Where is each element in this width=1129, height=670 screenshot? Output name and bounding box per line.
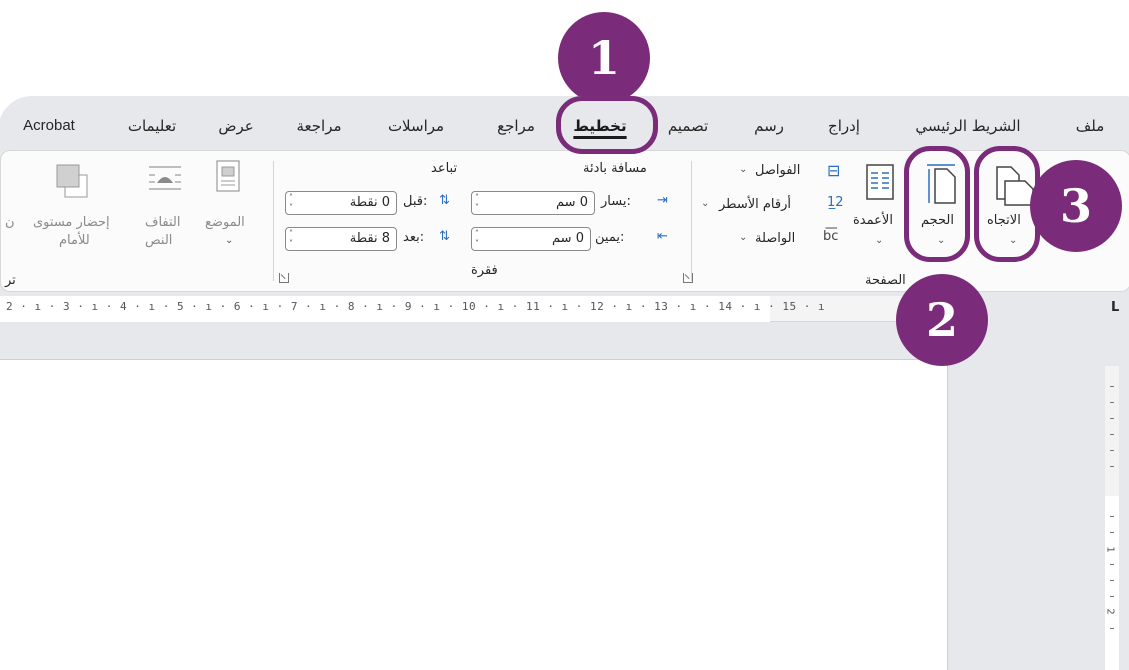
spinner-arrows-icon[interactable]: ˄ ˅ [475,193,479,213]
bring-forward-button[interactable]: إحضار مستوى للأمام [29,159,131,249]
breaks-chevron-down-icon: ⌄ [739,164,748,175]
ruler-tick [1110,596,1114,597]
page-setup-group-label: الصفحة [865,273,906,288]
spinner-arrows-icon[interactable]: ˄ ˅ [289,229,293,249]
columns-chevron-down-icon: ⌄ [875,235,884,246]
indent-right-icon: ⇤ [657,229,668,244]
spacing-after-label: بعد: [403,230,425,245]
spacing-before-label: قبل: [403,194,428,209]
wrap-text-button[interactable]: التفاف النص [135,159,197,249]
position-label: الموضع [205,215,245,230]
breaks-button[interactable]: ⌄ الفواصل ⊟ [697,161,847,183]
tab-help[interactable]: تعليمات [116,113,188,139]
spacing-after-control: ⇅ بعد: 8 نقطة ˄ ˅ [285,227,467,253]
indent-left-control: ⇥ يسار: 0 سم ˄ ˅ [471,191,681,217]
vertical-ruler-label: 1 [1104,546,1116,553]
indent-left-input[interactable]: 0 سم ˄ ˅ [471,191,595,215]
tab-references[interactable]: مراجع [488,113,544,139]
separator [273,161,274,281]
tab-draw[interactable]: رسم [746,113,792,139]
step-2-badge: 2 [896,274,988,366]
highlight-layout-tab [556,96,658,154]
ruler-tick [1110,532,1114,533]
spacing-after-input[interactable]: 8 نقطة ˄ ˅ [285,227,397,251]
breaks-icon: ⊟ [827,161,841,180]
hyphenation-icon: b͞c [823,229,839,244]
paragraph-launcher-icon[interactable] [279,273,289,283]
bring-forward-label-2: للأمام [59,233,90,248]
spacing-before-control: ⇅ قبل: 0 نقطة ˄ ˅ [285,191,467,217]
horizontal-ruler[interactable]: 2 · ı · 3 · ı · 4 · ı · 5 · ı · 6 · ı · … [0,296,948,322]
ruler-numbers: 2 · ı · 3 · ı · 4 · ı · 5 · ı · 6 · ı · … [6,300,826,313]
tab-selector-icon[interactable]: L [1111,300,1119,315]
line-numbers-button[interactable]: ⌄ أرقام الأسطر 1̲2 [697,195,847,217]
tab-file[interactable]: ملف [1070,113,1110,139]
indent-header: مسافة بادئة [583,161,647,176]
ruler-tick [1110,450,1114,451]
indent-right-input[interactable]: 0 سم ˄ ˅ [471,227,591,251]
tab-design[interactable]: تصميم [660,113,716,139]
hyphenation-label: الواصلة [755,231,796,246]
hyphenation-chevron-down-icon: ⌄ [739,232,748,243]
ruler-tick [1110,580,1114,581]
spacing-before-input[interactable]: 0 نقطة ˄ ˅ [285,191,397,215]
indent-right-control: ⇤ يمين: 0 سم ˄ ˅ [471,227,681,253]
step-1-badge: 1 [558,12,650,104]
breaks-label: الفواصل [755,163,801,178]
indent-left-label: يسار: [601,194,631,209]
ruler-tick [1110,418,1114,419]
line-numbers-icon: 1̲2 [827,195,844,210]
ruler-tick [1110,564,1114,565]
paragraph-group-label: فقرة [471,263,498,278]
ruler-tick [1110,434,1114,435]
highlight-size-button [904,146,970,262]
step-3-badge: 3 [1030,160,1122,252]
tab-insert[interactable]: إدراج [818,113,870,139]
spinner-arrows-icon[interactable]: ˄ ˅ [289,193,293,213]
indent-left-icon: ⇥ [657,193,668,208]
position-chevron-down-icon: ⌄ [225,235,234,246]
arrange-group-label: تر [5,273,16,288]
ruler-tick [1110,628,1114,629]
wrap-text-icon [149,166,181,190]
ruler-tick [1110,402,1114,403]
tab-home[interactable]: الشريط الرئيسي [898,113,1038,139]
columns-button[interactable]: الأعمدة ⌄ [853,159,909,259]
spacing-after-icon: ⇅ [439,229,450,244]
wrap-text-label-1: التفاف [145,215,181,230]
position-icon [216,160,240,192]
bring-forward-icon [56,164,88,198]
cut-off-label: ن [5,215,15,230]
spinner-arrows-icon[interactable]: ˄ ˅ [475,229,479,249]
columns-label: الأعمدة [853,213,893,228]
line-numbers-chevron-down-icon: ⌄ [701,198,710,209]
ruler-tick [1110,516,1114,517]
ruler-tick [1110,466,1114,467]
ruler-tick [1110,386,1114,387]
columns-icon [866,164,894,200]
vertical-ruler-text-area [1105,496,1119,670]
tab-acrobat[interactable]: Acrobat [16,113,82,139]
document-page[interactable] [0,359,948,670]
bring-forward-label-1: إحضار مستوى [33,215,110,230]
line-numbers-label: أرقام الأسطر [719,197,792,212]
tab-review[interactable]: مراجعة [288,113,350,139]
document-area [0,323,948,670]
indent-right-label: يمين: [595,230,625,245]
spacing-before-icon: ⇅ [439,193,450,208]
position-button[interactable]: الموضع ⌄ [199,159,259,249]
vertical-ruler-label: 2 [1104,608,1116,615]
vertical-ruler[interactable]: 1 2 [1105,366,1119,670]
separator [691,161,692,281]
tab-mailings[interactable]: مراسلات [376,113,456,139]
hyphenation-button[interactable]: ⌄ الواصلة b͞c [697,229,847,251]
spacing-header: تباعد [431,161,458,176]
tab-view[interactable]: عرض [214,113,258,139]
wrap-text-label-2: النص [145,233,173,248]
